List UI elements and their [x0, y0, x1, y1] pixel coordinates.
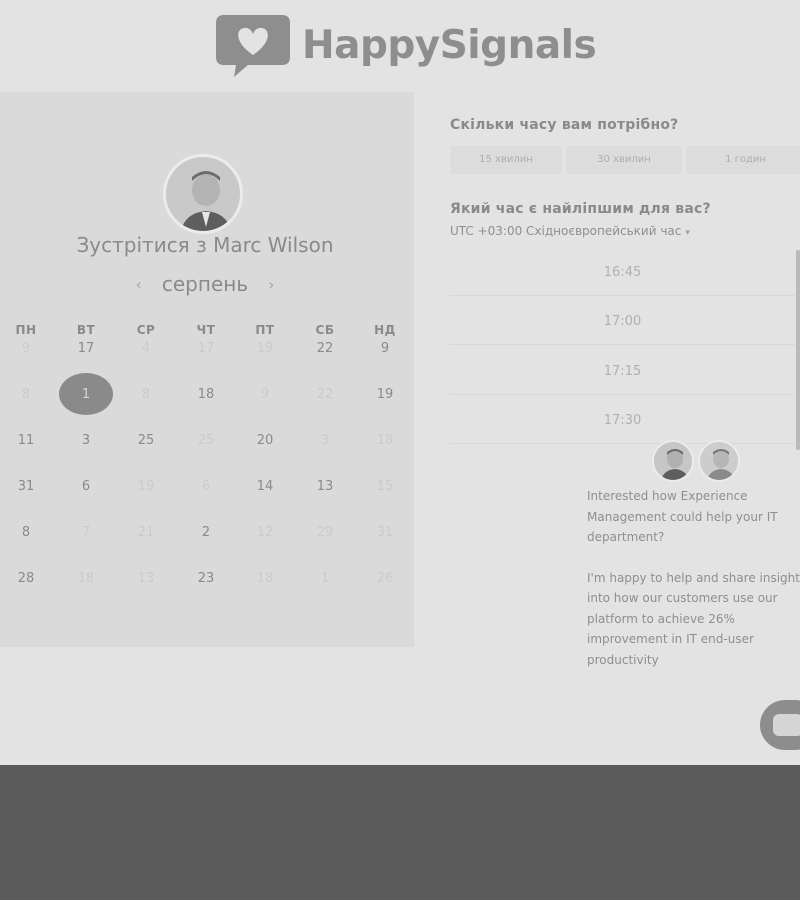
- calendar-day: 19: [256, 341, 274, 356]
- duration-option[interactable]: 15 хвилин: [450, 146, 562, 174]
- current-month: серпень: [161, 272, 249, 296]
- calendar-day: 8: [21, 387, 31, 402]
- calendar-day: 22: [316, 387, 334, 402]
- calendar-day: 4: [141, 341, 151, 356]
- calendar-panel: Зустрітися з Marc Wilson ‹ серпень › ПН В…: [0, 92, 414, 647]
- calendar-day[interactable]: 1: [56, 373, 116, 415]
- time-slot[interactable]: 16:45: [450, 250, 795, 296]
- calendar-day: 13: [137, 571, 155, 586]
- page-content: HappySignals Зустрітися з Marc Wilson ‹ …: [0, 0, 800, 765]
- calendar-day[interactable]: 19: [355, 387, 415, 402]
- timezone-label: UTC +03:00 Східноєвропейський час: [450, 224, 682, 238]
- chat-message-text: I'm happy to help and share insight into…: [587, 570, 800, 667]
- calendar-day[interactable]: 31: [0, 479, 56, 494]
- time-slot[interactable]: 17:15: [450, 349, 795, 395]
- calendar-day: 25: [197, 433, 215, 448]
- weekday-header: СБ: [315, 323, 335, 337]
- chat-agent-avatar: [698, 440, 740, 482]
- calendar-day[interactable]: 9: [355, 341, 415, 356]
- calendar-day[interactable]: 13: [295, 479, 355, 494]
- meet-title: Зустрітися з Marc Wilson: [76, 233, 334, 257]
- calendar-day: 3: [320, 433, 330, 448]
- time-slot[interactable]: 17:30: [450, 398, 795, 444]
- chat-agent-avatar: [652, 440, 694, 482]
- calendar-day: 8: [141, 387, 151, 402]
- weekday-header: НД: [374, 323, 396, 337]
- calendar-day: 19: [137, 479, 155, 494]
- weekday-header: ПТ: [255, 323, 275, 337]
- calendar-day[interactable]: 18: [176, 387, 236, 402]
- calendar-day[interactable]: 3: [56, 433, 116, 448]
- calendar-day: 7: [81, 525, 91, 540]
- calendar-day: 15: [376, 479, 394, 494]
- brand-name: HappySignals: [302, 22, 597, 68]
- calendar-day: 18: [376, 433, 394, 448]
- prev-month-chevron-icon[interactable]: ‹: [135, 275, 141, 294]
- calendar-day[interactable]: 2: [176, 525, 236, 540]
- calendar-day: 31: [376, 525, 394, 540]
- calendar-day[interactable]: 8: [0, 525, 56, 540]
- calendar-day[interactable]: 11: [0, 433, 56, 448]
- calendar-day: 18: [77, 571, 95, 586]
- calendar-day[interactable]: 17: [56, 341, 116, 356]
- chat-bubble-icon: [773, 714, 800, 736]
- timezone-selector[interactable]: UTC +03:00 Східноєвропейський час ▾: [450, 224, 690, 238]
- chat-message: Interested how Experience Management cou…: [587, 486, 800, 670]
- calendar-day: 12: [256, 525, 274, 540]
- calendar-day: 29: [316, 525, 334, 540]
- chat-message-text: Interested how Experience Management cou…: [587, 489, 778, 544]
- calendar-day: 9: [21, 341, 31, 356]
- calendar-day[interactable]: 6: [56, 479, 116, 494]
- heart-chat-icon: [216, 15, 290, 77]
- next-month-chevron-icon[interactable]: ›: [268, 275, 274, 294]
- chat-launcher-button[interactable]: [760, 700, 800, 750]
- time-slot[interactable]: 17:00: [450, 299, 795, 345]
- weekday-header: ЧТ: [196, 323, 216, 337]
- selected-day[interactable]: 1: [59, 373, 113, 415]
- calendar-day[interactable]: 23: [176, 571, 236, 586]
- calendar-day: 21: [137, 525, 155, 540]
- calendar-day: 18: [256, 571, 274, 586]
- calendar-day: 6: [201, 479, 211, 494]
- weekday-header: ПН: [15, 323, 37, 337]
- chevron-down-icon: ▾: [685, 228, 690, 238]
- calendar-day[interactable]: 28: [0, 571, 56, 586]
- duration-option[interactable]: 1 годин: [686, 146, 800, 174]
- calendar-day: 26: [376, 571, 394, 586]
- calendar-day[interactable]: 14: [235, 479, 295, 494]
- calendar-day[interactable]: 25: [116, 433, 176, 448]
- duration-option[interactable]: 30 хвилин: [566, 146, 682, 174]
- weekday-header: СР: [136, 323, 156, 337]
- month-navigation: ‹ серпень ›: [0, 272, 410, 296]
- slots-scrollbar[interactable]: [796, 250, 800, 450]
- calendar-day: 1: [320, 571, 330, 586]
- time-question: Який час є найліпшим для вас?: [450, 201, 711, 217]
- brand-logo: HappySignals: [214, 10, 597, 80]
- calendar-day: 17: [197, 341, 215, 356]
- calendar-day[interactable]: 22: [295, 341, 355, 356]
- duration-question: Скільки часу вам потрібно?: [450, 117, 679, 133]
- chat-agent-avatars: [652, 440, 742, 482]
- duration-options: 15 хвилин 30 хвилин 1 годин: [450, 146, 800, 174]
- weekday-header: ВТ: [76, 323, 96, 337]
- calendar-day: 9: [260, 387, 270, 402]
- calendar-day[interactable]: 20: [235, 433, 295, 448]
- host-avatar: [163, 154, 243, 234]
